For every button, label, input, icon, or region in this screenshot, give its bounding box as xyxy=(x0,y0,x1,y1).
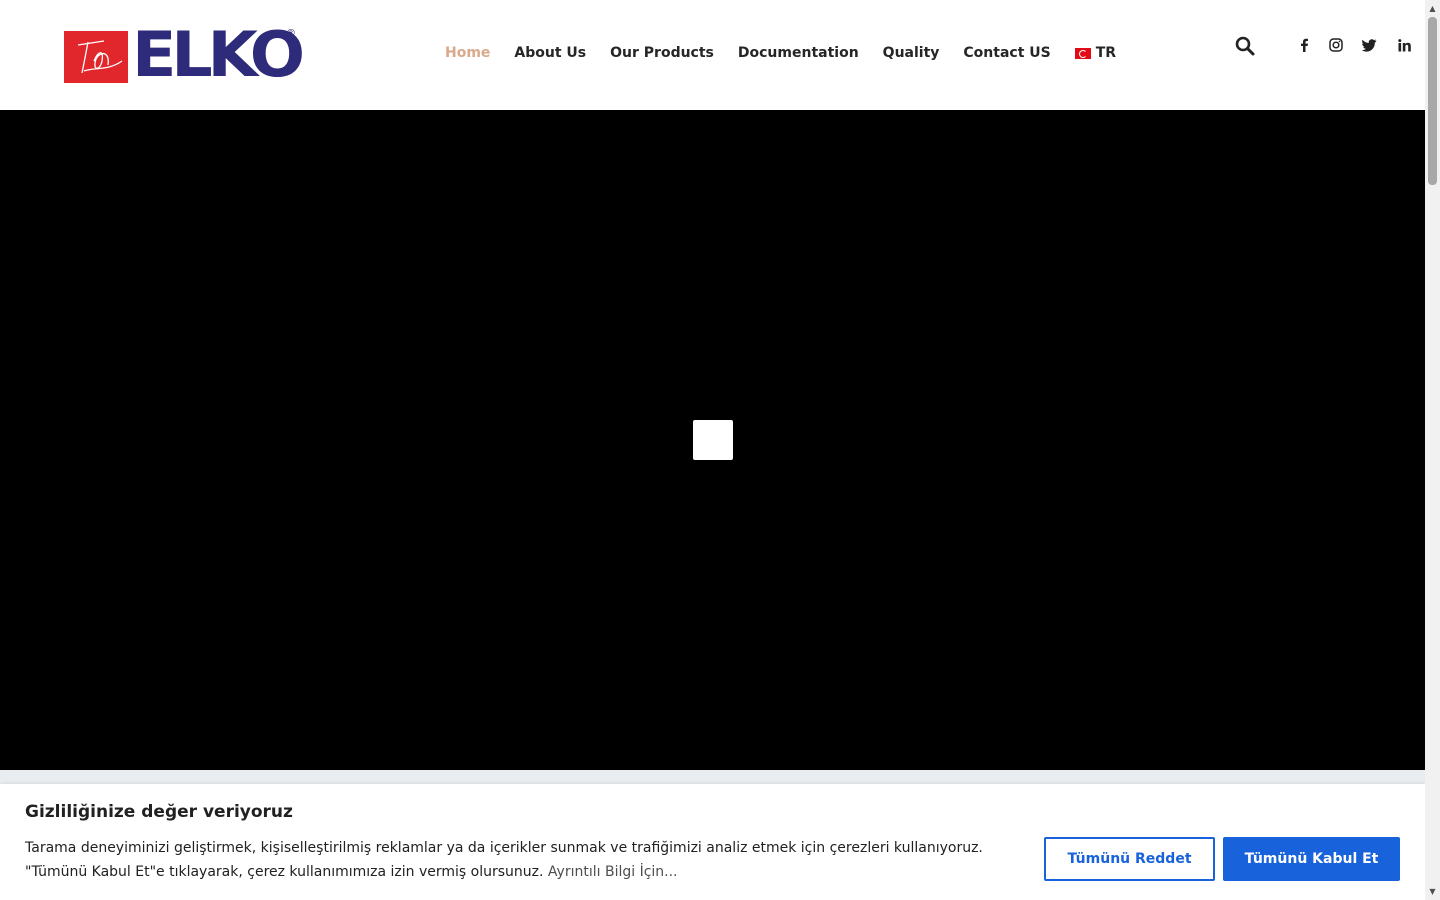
language-switcher[interactable]: TR xyxy=(1074,45,1117,61)
page-scrollbar[interactable]: ▲ ▼ xyxy=(1425,0,1440,900)
nav-item-quality[interactable]: Quality xyxy=(883,45,940,61)
cookie-more-info-link[interactable]: Ayrıntılı Bilgi İçin... xyxy=(548,864,678,880)
cookie-banner-description: Tarama deneyiminizi geliştirmek, kişisel… xyxy=(25,840,983,880)
cookie-banner-text: Tarama deneyiminizi geliştirmek, kişisel… xyxy=(25,836,1035,884)
registered-mark: ® xyxy=(286,28,296,39)
nav-item-contact-us[interactable]: Contact US xyxy=(963,45,1050,61)
instagram-icon[interactable] xyxy=(1327,36,1345,54)
elko-logo[interactable]: ELKO ® xyxy=(64,22,305,88)
scroll-up-arrow-icon[interactable]: ▲ xyxy=(1425,0,1440,17)
hero-video[interactable] xyxy=(0,110,1425,770)
section-divider xyxy=(0,770,1425,784)
scrollbar-thumb[interactable] xyxy=(1428,17,1437,185)
linkedin-icon[interactable] xyxy=(1395,36,1413,54)
reject-all-button[interactable]: Tümünü Reddet xyxy=(1044,837,1215,881)
cookie-banner-title: Gizliliğinize değer veriyoruz xyxy=(25,802,293,822)
logo-wordmark: ELKO xyxy=(132,18,305,91)
nav-item-home[interactable]: Home xyxy=(445,45,490,61)
video-loading-indicator xyxy=(693,420,733,460)
cookie-consent-banner: Gizliliğinize değer veriyoruz Tarama den… xyxy=(0,784,1425,900)
nav-item-documentation[interactable]: Documentation xyxy=(738,45,859,61)
main-nav: Home About Us Our Products Documentation… xyxy=(433,42,1116,64)
scroll-down-arrow-icon[interactable]: ▼ xyxy=(1425,883,1440,900)
accept-all-button[interactable]: Tümünü Kabul Et xyxy=(1223,837,1400,881)
facebook-icon[interactable] xyxy=(1295,36,1313,54)
nav-item-about-us[interactable]: About Us xyxy=(514,45,586,61)
site-header: ELKO ® Home About Us Our Products Docume… xyxy=(0,0,1425,110)
nav-item-our-products[interactable]: Our Products xyxy=(610,45,714,61)
search-icon[interactable] xyxy=(1235,36,1255,56)
logo-signature-mark xyxy=(64,31,128,83)
turkey-flag-icon xyxy=(1074,47,1091,59)
twitter-icon[interactable] xyxy=(1360,36,1378,54)
language-label: TR xyxy=(1095,45,1117,61)
